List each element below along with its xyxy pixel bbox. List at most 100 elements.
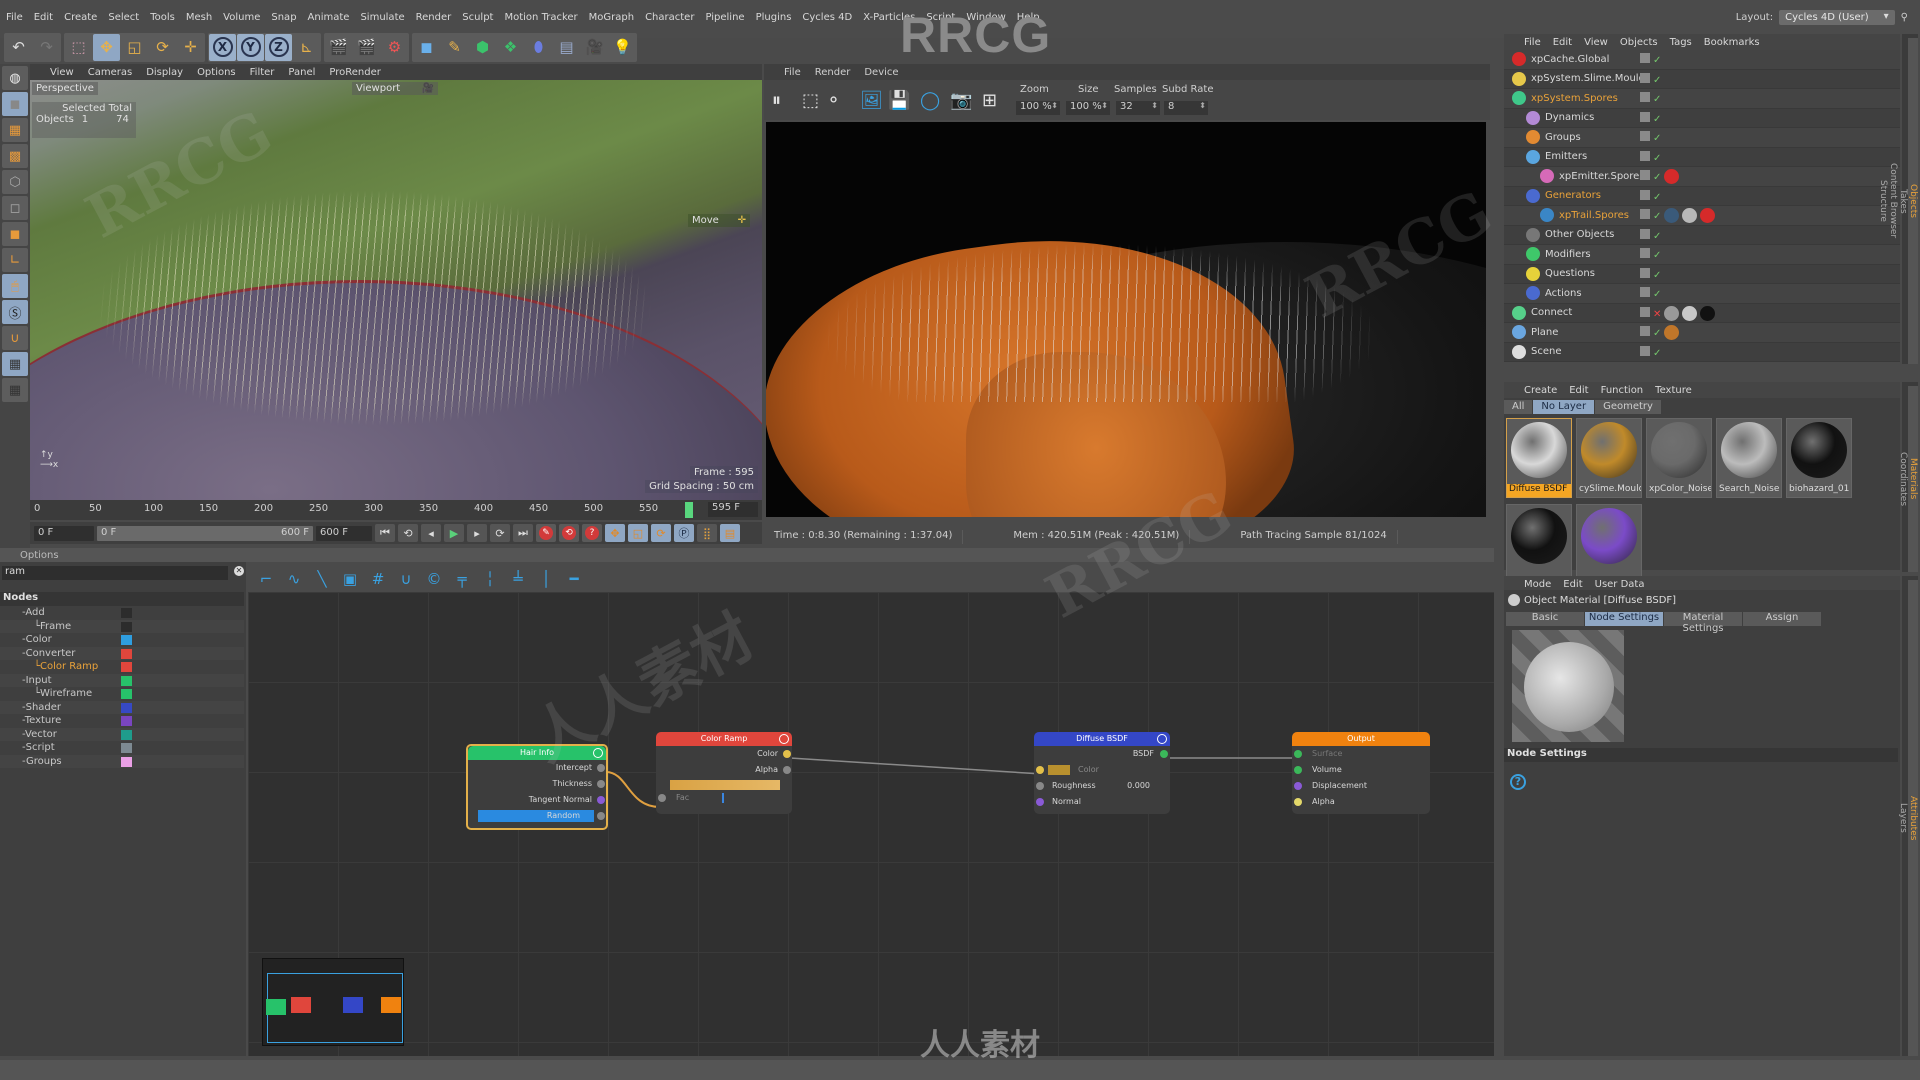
- timeline-layout-icon[interactable]: ▤: [720, 524, 740, 542]
- wire-curve-icon[interactable]: ∿: [284, 570, 304, 588]
- object-row-generators[interactable]: Generators ✓: [1504, 187, 1900, 206]
- object-row-modifiers[interactable]: Modifiers ✓: [1504, 245, 1900, 265]
- am-menu-edit[interactable]: Edit: [1563, 579, 1582, 590]
- port-normal[interactable]: [1036, 798, 1044, 806]
- object-visibility-flags[interactable]: ✓: [1640, 189, 1661, 203]
- material-swatch-unnamed-5[interactable]: [1506, 504, 1572, 584]
- scale-icon[interactable]: ◱: [121, 34, 148, 61]
- model-mode-icon[interactable]: ◼: [2, 92, 28, 116]
- viewport-menu-cameras[interactable]: Cameras: [88, 67, 132, 78]
- polygons-mode-icon[interactable]: ◼: [2, 222, 28, 246]
- node-diffuse-bsdf[interactable]: Diffuse BSDF BSDF Color Roughness 0.000 N…: [1034, 732, 1170, 814]
- attribute-tab-basic[interactable]: Basic: [1506, 612, 1584, 626]
- node-category-add[interactable]: -Add: [0, 606, 244, 620]
- start-frame-field[interactable]: 0 F: [34, 525, 94, 541]
- play-icon[interactable]: ▶: [444, 524, 464, 542]
- rotate-icon[interactable]: ⟳: [149, 34, 176, 61]
- port-bsdf[interactable]: [1160, 750, 1168, 758]
- object-visibility-flags[interactable]: ✓: [1640, 170, 1661, 183]
- render-settings-icon[interactable]: ⚙: [381, 34, 408, 61]
- material-swatch-diffuse-bsdf[interactable]: Diffuse BSDF: [1506, 418, 1572, 498]
- am-menu-user-data[interactable]: User Data: [1595, 579, 1645, 590]
- magnet-icon[interactable]: ∪: [396, 570, 416, 588]
- align-center-v-icon[interactable]: │: [536, 570, 556, 588]
- filter-tab-all[interactable]: All: [1504, 400, 1533, 414]
- floor-icon[interactable]: ▤: [553, 34, 580, 61]
- ramp-gradient[interactable]: [670, 780, 780, 790]
- object-row-dynamics[interactable]: Dynamics ✓: [1504, 109, 1900, 128]
- next-frame-icon[interactable]: ▸: [467, 524, 487, 542]
- object-visibility-flags[interactable]: ✓: [1640, 150, 1661, 164]
- menu-edit[interactable]: Edit: [34, 12, 53, 23]
- menu-snap[interactable]: Snap: [271, 12, 296, 23]
- texture-mode-icon[interactable]: ▦: [2, 118, 28, 142]
- object-visibility-flags[interactable]: ✓: [1640, 92, 1661, 105]
- cube-icon[interactable]: ◼: [413, 34, 440, 61]
- pen-icon[interactable]: ✎: [441, 34, 468, 61]
- previous-frame-icon[interactable]: ◂: [421, 524, 441, 542]
- object-visibility-flags[interactable]: ✓: [1640, 111, 1661, 125]
- port-color-in[interactable]: [1036, 766, 1044, 774]
- size-field[interactable]: 100 %: [1066, 101, 1110, 115]
- side-tab-coordinates[interactable]: Coordinates: [1898, 386, 1908, 572]
- node-category-color[interactable]: -Color: [0, 633, 244, 647]
- pause-icon[interactable]: ⏸: [772, 90, 781, 111]
- go-to-start-icon[interactable]: ⏮: [375, 524, 395, 542]
- mm-menu-create[interactable]: Create: [1524, 385, 1557, 396]
- clear-search-icon[interactable]: ✕: [234, 566, 244, 576]
- render-menu-device[interactable]: Device: [864, 67, 898, 78]
- sphere-preview-icon[interactable]: ◯: [920, 90, 940, 111]
- previous-key-icon[interactable]: ⟲: [398, 524, 418, 542]
- om-menu-file[interactable]: File: [1524, 37, 1541, 48]
- menu-file[interactable]: File: [6, 12, 23, 23]
- align-bottom-icon[interactable]: ╧: [508, 570, 528, 588]
- render-view-icon[interactable]: 🎬: [325, 34, 352, 61]
- om-menu-bookmarks[interactable]: Bookmarks: [1704, 37, 1760, 48]
- range-slider[interactable]: 0 F 600 F: [97, 525, 313, 541]
- om-menu-objects[interactable]: Objects: [1620, 37, 1658, 48]
- snap-icon[interactable]: ∪: [2, 326, 28, 350]
- object-row-scene[interactable]: Scene ✓: [1504, 343, 1900, 362]
- timeline-ruler[interactable]: 0 50 100 150 200 250 300 350 400 450 500 550: [30, 500, 690, 520]
- node-output[interactable]: Output Surface Volume Displacement Alpha: [1292, 732, 1430, 814]
- object-visibility-flags[interactable]: ✓: [1640, 131, 1661, 144]
- workplane-lock-icon[interactable]: ▦: [2, 352, 28, 376]
- current-frame-field[interactable]: 595 F: [708, 502, 758, 517]
- move-icon[interactable]: ✥: [93, 33, 120, 61]
- viewport-menu-options[interactable]: Options: [197, 67, 236, 78]
- object-visibility-flags[interactable]: ✓: [1640, 209, 1661, 222]
- color-swatch[interactable]: [1048, 765, 1070, 775]
- array-icon[interactable]: ❖: [497, 34, 524, 61]
- align-left-icon[interactable]: ╎: [480, 570, 500, 588]
- go-to-end-icon[interactable]: ⏭: [513, 524, 533, 542]
- layout-dropdown[interactable]: Cycles 4D (User): [1779, 10, 1895, 25]
- record-position-icon[interactable]: ✥: [605, 524, 625, 542]
- save-icon[interactable]: 💾: [888, 90, 910, 111]
- node-search-input[interactable]: ram: [2, 566, 228, 580]
- points-mode-icon[interactable]: ⬡: [2, 170, 28, 194]
- om-menu-tags[interactable]: Tags: [1670, 37, 1692, 48]
- workplane-icon[interactable]: ▩: [2, 144, 28, 168]
- menu-plugins[interactable]: Plugins: [756, 12, 792, 23]
- attribute-tab-assign[interactable]: Assign: [1743, 612, 1821, 626]
- menu-mograph[interactable]: MoGraph: [589, 12, 634, 23]
- object-row-xpsystem-slime-mould[interactable]: xpSystem.Slime.Mould ✓: [1504, 70, 1900, 89]
- mm-menu-edit[interactable]: Edit: [1569, 385, 1588, 396]
- mm-menu-function[interactable]: Function: [1601, 385, 1644, 396]
- compile-icon[interactable]: ©: [424, 570, 444, 588]
- port-random[interactable]: [597, 812, 605, 820]
- port-roughness[interactable]: [1036, 782, 1044, 790]
- object-tag-icon[interactable]: [1664, 169, 1679, 184]
- next-key-icon[interactable]: ⟳: [490, 524, 510, 542]
- node-header[interactable]: Diffuse BSDF: [1034, 732, 1170, 746]
- search-icon[interactable]: ⚲: [1901, 12, 1908, 23]
- side-tab-layers[interactable]: Layers: [1898, 580, 1908, 1056]
- object-visibility-flags[interactable]: ✓: [1640, 287, 1661, 300]
- object-tag-icon[interactable]: [1700, 305, 1715, 321]
- tweak-mode-icon[interactable]: 🖱: [2, 274, 28, 298]
- node-category-texture[interactable]: -Texture: [0, 714, 244, 728]
- material-swatch-search-noise[interactable]: Search_Noise: [1716, 418, 1782, 498]
- object-visibility-flags[interactable]: ✓: [1640, 72, 1661, 86]
- end-frame-field[interactable]: 600 F: [316, 525, 372, 541]
- side-tab-objects[interactable]: Objects: [1908, 38, 1918, 364]
